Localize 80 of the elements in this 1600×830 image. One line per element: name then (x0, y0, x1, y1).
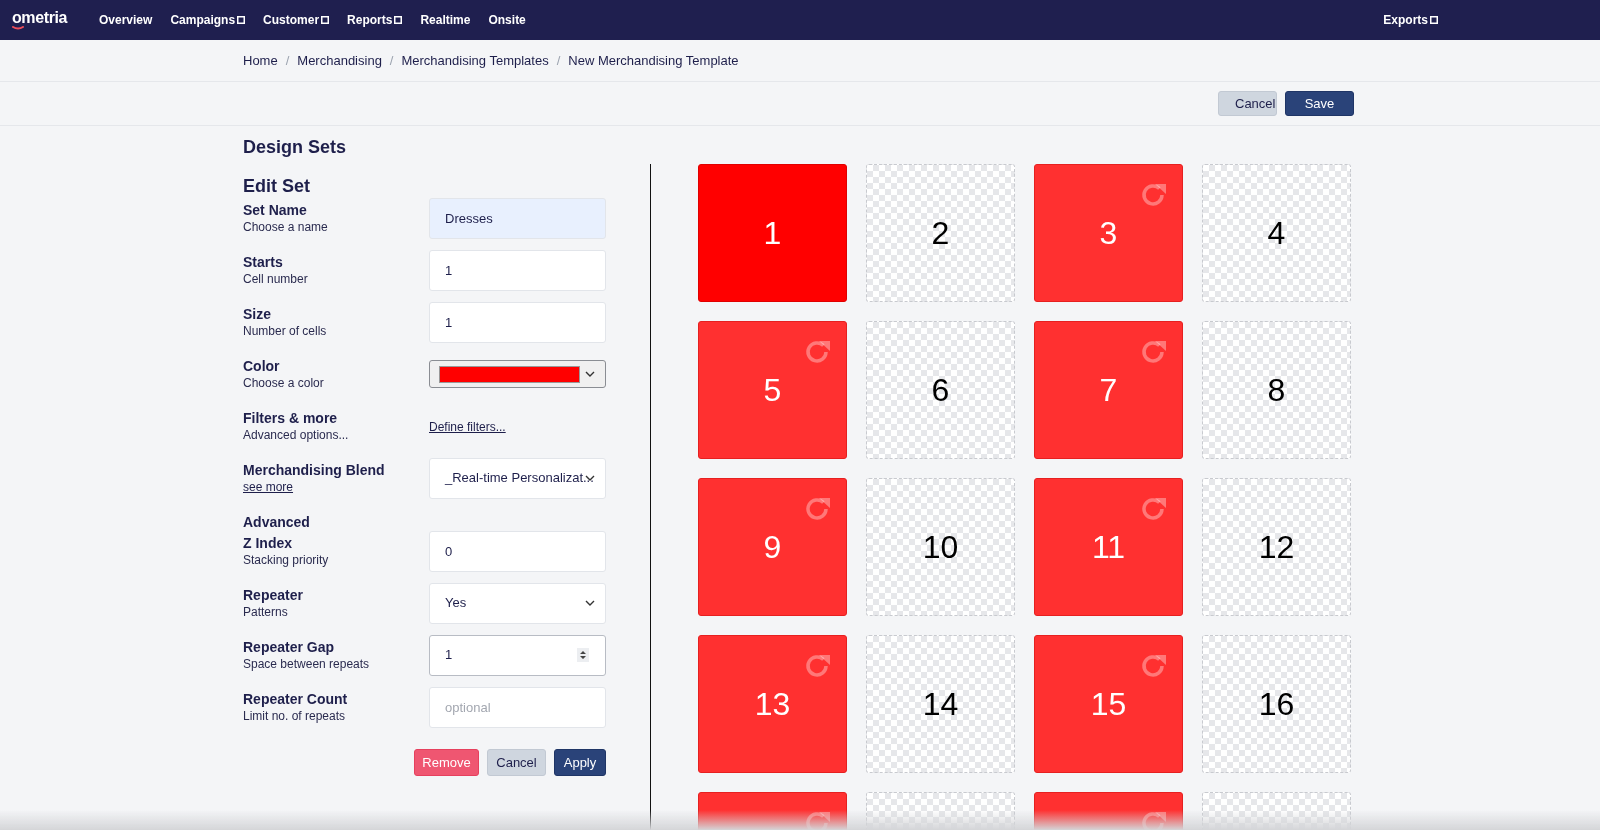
field-hint: Choose a name (243, 219, 328, 235)
field-label: Repeater Gap (243, 638, 336, 656)
field-label: Size (243, 305, 272, 323)
empty-grid-cell[interactable]: 6 (866, 321, 1015, 459)
nav-link[interactable]: Overview (99, 11, 153, 29)
empty-grid-cell[interactable]: 14 (866, 635, 1015, 773)
text-input[interactable]: optional (429, 686, 606, 728)
grid-cell[interactable]: 11 (1034, 478, 1183, 616)
section-title: Design Sets (243, 136, 348, 159)
field-label: Starts (243, 253, 284, 271)
empty-grid-cell[interactable]: 16 (1202, 635, 1351, 773)
field-label: Repeater Count (243, 690, 348, 708)
text-input[interactable]: 1 (429, 249, 606, 291)
empty-grid-cell[interactable]: 12 (1202, 478, 1351, 616)
field-label: Z Index (243, 534, 293, 552)
select-dropdown[interactable]: _Real-time Personalizat... (429, 457, 606, 499)
nav-link[interactable]: Realtime (420, 11, 471, 29)
breadcrumb-separator: / (389, 51, 394, 70)
grid-cell[interactable]: 9 (698, 478, 847, 616)
repeat-icon (804, 652, 832, 680)
field-hint: Number of cells (243, 323, 327, 339)
grid-cell[interactable]: 15 (1034, 635, 1183, 773)
repeat-icon (804, 338, 832, 366)
field-hint: Cell number (243, 271, 308, 287)
number-input[interactable]: 1 (429, 634, 606, 676)
stepper-icon[interactable] (577, 648, 589, 662)
nav-link[interactable]: Onsite (488, 11, 526, 29)
field-hint: Advanced options... (243, 427, 349, 443)
field-label: Merchandising Blend (243, 461, 385, 479)
breadcrumb-separator: / (285, 51, 290, 70)
field-label: Color (243, 357, 281, 375)
text-input[interactable]: 1 (429, 301, 606, 343)
field-hint: Stacking priority (243, 552, 329, 568)
field-label: Set Name (243, 201, 308, 219)
select-dropdown[interactable]: Yes (429, 582, 606, 624)
breadcrumb-link[interactable]: Home (243, 50, 278, 71)
chevron-down-icon (585, 475, 595, 481)
field-hint: Patterns (243, 604, 289, 620)
define-filters-link[interactable]: Define filters... (429, 420, 506, 434)
text-input[interactable]: Dresses (429, 197, 606, 239)
field-hint: Choose a color (243, 375, 324, 391)
chevron-down-icon (585, 371, 595, 377)
breadcrumb-link[interactable]: New Merchandising Template (568, 50, 739, 71)
grid-cell[interactable]: 5 (698, 321, 847, 459)
field-hint: Limit no. of repeats (243, 708, 347, 724)
field-label: Filters & more (243, 409, 339, 427)
section-heading: Advanced (243, 513, 311, 532)
grid-cell[interactable]: 3 (1034, 164, 1183, 302)
empty-grid-cell[interactable]: 4 (1202, 164, 1351, 302)
repeat-icon (1140, 495, 1168, 523)
logo: ometria (12, 10, 67, 26)
breadcrumb-link[interactable]: Merchandising (297, 50, 382, 71)
nav-link[interactable]: Exports (1383, 11, 1438, 29)
empty-grid-cell[interactable]: 10 (866, 478, 1015, 616)
form-title: Edit Set (243, 175, 311, 198)
grid-cell[interactable]: 13 (698, 635, 847, 773)
primary-button[interactable]: Save (1285, 91, 1354, 116)
text-input[interactable]: 0 (429, 530, 606, 572)
repeat-icon (1140, 338, 1168, 366)
nav-link[interactable]: Reports (347, 11, 403, 29)
cancel-button[interactable]: Cancel (1218, 91, 1277, 116)
repeat-icon (1140, 652, 1168, 680)
chevron-down-icon (585, 600, 595, 606)
repeat-icon (804, 495, 832, 523)
field-label: Repeater (243, 586, 303, 604)
grid-cell[interactable]: 1 (698, 164, 847, 302)
see-more-link[interactable]: see more (243, 479, 385, 495)
primary-button[interactable]: Apply (554, 749, 606, 776)
nav-link[interactable]: Customer (263, 11, 330, 29)
color-select[interactable] (429, 360, 606, 388)
cancel-button[interactable]: Cancel (487, 749, 546, 776)
nav-link[interactable]: Campaigns (170, 11, 246, 29)
breadcrumb-link[interactable]: Merchandising Templates (401, 50, 549, 71)
field-hint: Space between repeats (243, 656, 370, 672)
logo-swoosh-icon (12, 26, 24, 30)
empty-grid-cell[interactable]: 2 (866, 164, 1015, 302)
empty-grid-cell[interactable]: 8 (1202, 321, 1351, 459)
grid-cell[interactable]: 7 (1034, 321, 1183, 459)
repeat-icon (1140, 181, 1168, 209)
breadcrumb-separator: / (556, 51, 561, 70)
